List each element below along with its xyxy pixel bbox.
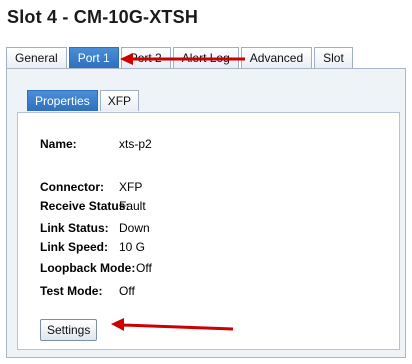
arrow-to-port-1-tab [120, 53, 245, 65]
annotation-arrows [111, 53, 245, 331]
arrow-to-settings-button [111, 318, 234, 331]
